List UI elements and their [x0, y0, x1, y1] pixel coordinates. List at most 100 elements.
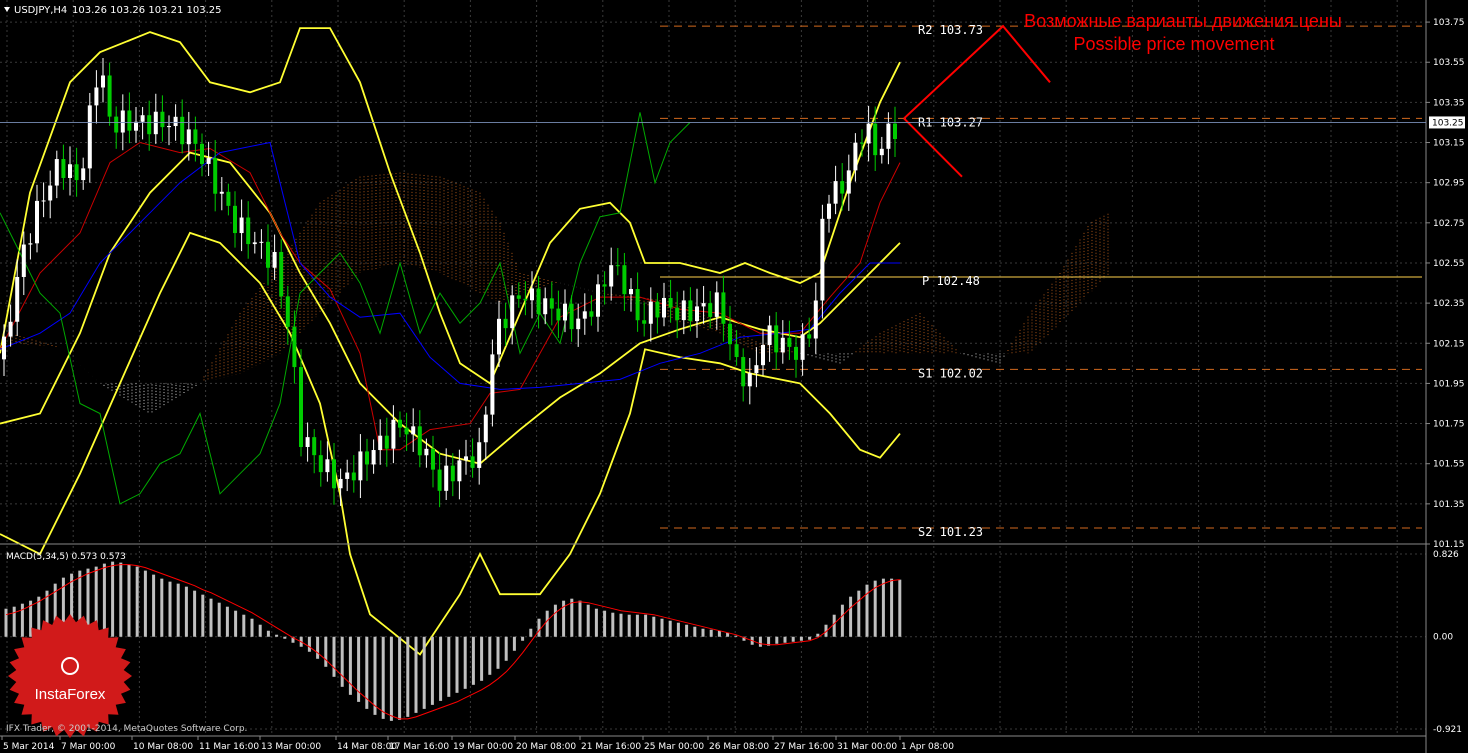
candle-body [780, 337, 785, 353]
candle-body [299, 367, 303, 447]
time-tick-label: 25 Mar 00:00 [644, 742, 704, 752]
candle-body [384, 435, 389, 449]
candle-body [754, 365, 759, 374]
candle-body [325, 459, 330, 473]
candle-body [213, 158, 218, 194]
candle-body [701, 303, 706, 307]
candle-body [345, 472, 350, 479]
price-tick-label: 103.55 [1433, 58, 1465, 68]
candle-body [609, 265, 614, 287]
candle-body [114, 116, 119, 133]
candle-body [820, 218, 825, 301]
price-tick-label: 101.15 [1433, 540, 1465, 550]
time-tick-label: 10 Mar 08:00 [133, 742, 193, 752]
pivot-label: P 102.48 [922, 274, 980, 288]
candle-body [767, 325, 772, 345]
time-tick-label: 5 Mar 2014 [3, 742, 55, 752]
candle-body [794, 346, 798, 360]
candle-body [813, 300, 818, 339]
candle-body [615, 265, 620, 267]
candle-body [74, 164, 79, 181]
candle-body [576, 318, 581, 330]
price-tick-label: 101.75 [1433, 420, 1465, 430]
candle-body [800, 334, 805, 360]
candle-body [424, 448, 429, 456]
candle-body [827, 203, 831, 219]
candle-body [688, 300, 693, 322]
time-tick-label: 7 Mar 00:00 [61, 742, 116, 752]
logo-text: InstaForex [35, 686, 106, 703]
candle-body [266, 241, 270, 268]
price-tick-label: 103.75 [1433, 18, 1465, 28]
candle-body [153, 111, 158, 135]
candle-body [371, 450, 376, 465]
macd-tick-label: 0.00 [1433, 633, 1453, 643]
candle-body [219, 191, 224, 194]
candle-body [48, 185, 53, 201]
candle-body [681, 300, 686, 321]
candle-body [41, 200, 46, 202]
candle-body [54, 159, 59, 186]
price-tick-label: 103.15 [1433, 139, 1465, 149]
candle-body [127, 110, 132, 131]
candle-body [292, 326, 297, 368]
candle-body [200, 143, 204, 164]
chart-header: USDJPY,H4 103.26 103.26 103.21 103.25 [4, 5, 222, 16]
candle-body [833, 181, 838, 204]
candle-body [167, 126, 171, 128]
candle-body [470, 456, 475, 468]
pivot-label: S1 102.02 [918, 366, 983, 380]
candle-body [239, 217, 244, 234]
candle-body [860, 142, 864, 144]
candle-body [530, 288, 534, 301]
candle-body [272, 251, 277, 268]
price-tick-label: 101.35 [1433, 500, 1465, 510]
candle-body [589, 311, 594, 317]
candle-body [332, 459, 336, 489]
candle-body [457, 460, 462, 482]
price-tick-label: 102.15 [1433, 339, 1465, 349]
candle-body [503, 318, 508, 329]
candle-body [391, 419, 396, 449]
candle-body [483, 414, 488, 443]
annotation-english: Possible price movement [1073, 34, 1274, 54]
candle-body [365, 451, 369, 465]
candle-body [305, 437, 310, 447]
candle-body [450, 465, 455, 482]
candle-body [35, 200, 39, 244]
candle-body [173, 116, 178, 127]
candle-body [68, 164, 72, 178]
candle-body [721, 292, 726, 324]
candle-body [523, 298, 528, 301]
candle-body [873, 123, 878, 156]
candle-body [206, 158, 211, 164]
candle-body [87, 105, 92, 169]
candle-body [318, 455, 323, 473]
candle-body [774, 325, 779, 353]
candle-body [431, 448, 435, 470]
candle-body [866, 123, 871, 144]
candle-body [398, 419, 402, 428]
price-tick-label: 101.55 [1433, 460, 1465, 470]
candle-body [477, 442, 482, 468]
chart-canvas: R2 103.73R1 103.27P 102.48S1 102.02S2 10… [0, 0, 1468, 753]
price-tick-label: 102.75 [1433, 219, 1465, 229]
candle-body [94, 87, 99, 106]
candle-body [543, 298, 548, 315]
candle-body [285, 296, 290, 327]
candle-body [186, 129, 191, 145]
candle-body [134, 121, 138, 131]
candle-body [140, 115, 145, 122]
candle-body [147, 115, 152, 135]
candle-body [714, 292, 719, 317]
candle-body [510, 295, 515, 329]
candle-body [15, 276, 20, 322]
candle-body [655, 301, 660, 318]
candle-body [2, 336, 6, 360]
candle-body [668, 297, 673, 308]
candle-body [629, 289, 633, 295]
candle-body [648, 301, 653, 324]
candle-body [569, 303, 574, 330]
candle-body [846, 170, 851, 194]
candle-body [28, 243, 33, 245]
